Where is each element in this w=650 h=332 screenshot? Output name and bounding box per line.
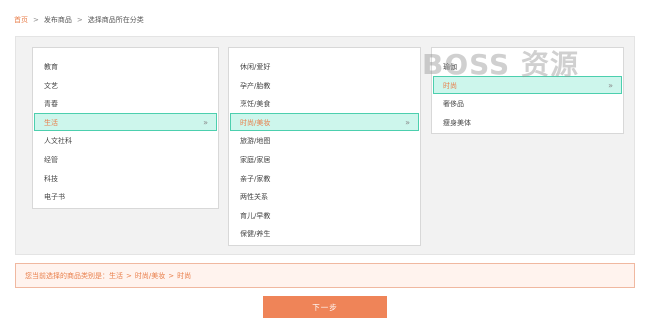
category-item[interactable]: 旅游/地图: [230, 131, 419, 150]
category-item[interactable]: 人文社科: [34, 131, 217, 150]
breadcrumb-publish-link[interactable]: 发布商品: [44, 15, 72, 25]
category-item-label: 生活: [44, 118, 58, 127]
category-item[interactable]: 电子书: [34, 187, 217, 206]
selection-path-separator: >: [168, 271, 175, 280]
category-item-label: 教育: [44, 63, 58, 71]
category-item[interactable]: 烹饪/美食: [230, 94, 419, 113]
category-item-label: 经管: [44, 155, 58, 164]
category-item-label: 孕产/胎教: [240, 81, 271, 90]
category-item-label: 电子书: [44, 193, 65, 202]
category-item[interactable]: 时尚/美妆 »: [230, 112, 419, 132]
breadcrumb-separator: >: [33, 16, 39, 24]
category-item-label: 时尚/美妆: [240, 118, 271, 127]
category-item[interactable]: 保健/养生: [230, 224, 419, 243]
category-item[interactable]: 两性关系: [230, 187, 419, 206]
category-item-label: 瑜伽: [443, 63, 457, 71]
category-item[interactable]: 经管: [34, 150, 217, 169]
category-item[interactable]: 亲子/家教: [230, 169, 419, 188]
category-item[interactable]: 育儿/早教: [230, 206, 419, 225]
category-item-label: 瘦身美体: [443, 118, 471, 127]
category-item[interactable]: 奢侈品: [433, 94, 622, 113]
breadcrumb-current: 选择商品所在分类: [87, 16, 144, 24]
category-item[interactable]: 时尚 »: [433, 75, 622, 95]
category-column-level-3: 瑜伽时尚 » 奢侈品瘦身美体: [431, 47, 624, 134]
category-item-label: 育儿/早教: [240, 211, 271, 220]
selection-label: 您当前选择的商品类别是：: [25, 271, 109, 280]
breadcrumb-separator: >: [76, 16, 83, 24]
category-item[interactable]: 教育: [34, 57, 217, 76]
category-item-label: 保健/养生: [240, 230, 271, 239]
selection-path-level-2: 时尚/美妆: [134, 271, 166, 280]
category-item[interactable]: 文艺: [34, 76, 217, 95]
breadcrumb: 首页 > 发布商品 > 选择商品所在分类: [14, 15, 144, 25]
category-item-label: 科技: [44, 174, 58, 183]
breadcrumb-home-link[interactable]: 首页: [14, 15, 28, 25]
category-item[interactable]: 孕产/胎教: [230, 76, 419, 95]
selection-path-separator: >: [126, 271, 132, 280]
category-item[interactable]: 瑜伽: [433, 57, 622, 76]
category-item-label: 亲子/家教: [240, 174, 271, 183]
category-item[interactable]: 科技: [34, 169, 217, 188]
category-item[interactable]: 生活 »: [34, 112, 217, 132]
chevron-right-icon: »: [608, 80, 613, 90]
category-item-label: 青春: [44, 100, 58, 109]
category-item-label: 家庭/家居: [240, 155, 271, 164]
selection-path-level-1: 生活: [109, 271, 123, 280]
category-item[interactable]: 青春: [34, 94, 217, 113]
next-step-button[interactable]: 下一步: [263, 296, 387, 318]
chevron-right-icon: »: [405, 117, 410, 127]
category-column-level-1: 教育文艺青春生活 » 人文社科经管科技电子书: [32, 47, 219, 209]
category-selector: 教育文艺青春生活 » 人文社科经管科技电子书 休闲/爱好孕产/胎教烹饪/美食时尚/美…: [15, 36, 635, 255]
category-item-label: 两性关系: [240, 193, 268, 202]
category-item-label: 时尚: [443, 81, 457, 90]
category-item[interactable]: 休闲/爱好: [230, 57, 419, 76]
selection-path-level-3: 时尚: [177, 271, 192, 280]
category-item[interactable]: 瘦身美体: [433, 113, 622, 132]
category-item-label: 烹饪/美食: [240, 100, 271, 109]
category-item-label: 人文社科: [44, 137, 72, 146]
category-item-label: 休闲/爱好: [240, 63, 271, 71]
chevron-right-icon: »: [203, 117, 208, 127]
category-item-label: 旅游/地图: [240, 137, 271, 146]
category-item-label: 文艺: [44, 81, 58, 90]
category-column-level-2: 休闲/爱好孕产/胎教烹饪/美食时尚/美妆 » 旅游/地图家庭/家居亲子/家教两性关系…: [228, 47, 421, 246]
category-item-label: 奢侈品: [443, 100, 464, 109]
current-selection-bar: 您当前选择的商品类别是： 生活 > 时尚/美妆 > 时尚: [15, 263, 635, 288]
category-item[interactable]: 家庭/家居: [230, 150, 419, 169]
